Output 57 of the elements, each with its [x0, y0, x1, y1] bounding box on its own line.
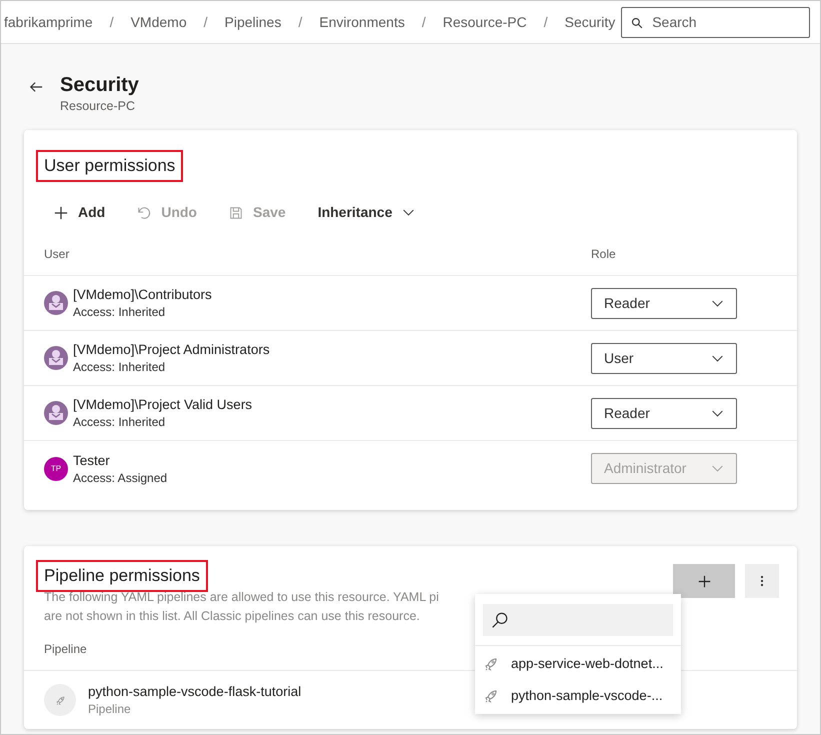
group-avatar-icon [44, 401, 68, 425]
user-name: Tester [73, 452, 111, 470]
role-dropdown[interactable]: Reader [591, 288, 737, 318]
page-title: Security [60, 73, 139, 98]
search-icon [491, 611, 509, 629]
group-avatar-icon [44, 346, 68, 370]
breadcrumb-link[interactable]: Environments [319, 12, 405, 32]
dropdown-button[interactable]: Inheritance [318, 202, 416, 223]
plus-icon [54, 206, 68, 220]
column-header: User [44, 246, 70, 263]
user-name: [VMdemo]\Contributors [73, 286, 213, 304]
breadcrumb-separator: / [297, 12, 304, 32]
group-avatar-icon [44, 291, 68, 315]
add-button[interactable] [673, 564, 735, 598]
section-heading: Pipeline permissions [36, 560, 208, 592]
access-label: Access: Assigned [73, 470, 168, 486]
breadcrumb-link[interactable]: fabrikamprime [4, 12, 93, 32]
breadcrumb-separator: / [202, 12, 209, 32]
add-button[interactable]: Add [54, 202, 106, 223]
back-button[interactable] [29, 80, 43, 94]
plus-icon [698, 574, 710, 588]
more-icon [760, 575, 764, 587]
search-icon [631, 16, 644, 28]
access-label: Access: Inherited [73, 304, 166, 320]
pipeline-option[interactable]: python-sample-vscode-... [475, 680, 681, 712]
page-subtitle: Resource-PC [60, 98, 136, 114]
breadcrumb-link[interactable]: Security [564, 12, 616, 32]
description-text: The following YAML pipelines are allowed to use this resource. YAML pi [44, 589, 439, 606]
section-heading: User permissions [36, 150, 184, 182]
back-arrow-icon [29, 80, 43, 94]
user-name: [VMdemo]\Project Administrators [73, 341, 271, 359]
breadcrumb-link[interactable]: Pipelines [224, 12, 282, 32]
save-icon [228, 206, 243, 220]
breadcrumb-separator: / [420, 12, 427, 32]
description-text: are not shown in this list. All Classic pipelines can use this resource. [44, 608, 420, 625]
breadcrumb-separator: / [542, 12, 549, 32]
user-name: [VMdemo]\Project Valid Users [73, 396, 254, 414]
pipeline-name: python-sample-vscode-flask-tutorial [88, 683, 302, 701]
rocket-icon [483, 656, 499, 672]
breadcrumb-link[interactable]: VMdemo [130, 12, 187, 32]
undo-icon [137, 206, 152, 220]
user-avatar: TP [44, 456, 68, 480]
role-dropdown[interactable]: User [591, 342, 737, 374]
access-label: Access: Inherited [73, 414, 166, 430]
rocket-icon [483, 688, 499, 704]
more-button[interactable] [745, 564, 779, 598]
popup-search-field[interactable] [483, 604, 673, 636]
column-header: Pipeline [44, 642, 87, 656]
pipeline-type: Pipeline [88, 701, 132, 717]
role-dropdown[interactable]: Reader [591, 398, 737, 428]
pipeline-option[interactable]: app-service-web-dotnet... [475, 648, 681, 680]
rocket-icon [54, 694, 66, 706]
access-label: Access: Inherited [73, 359, 166, 375]
breadcrumb-separator: / [108, 12, 115, 32]
column-header: Role [591, 246, 617, 263]
breadcrumb-link[interactable]: Resource-PC [442, 12, 527, 32]
search-field[interactable]: Search [621, 6, 810, 38]
